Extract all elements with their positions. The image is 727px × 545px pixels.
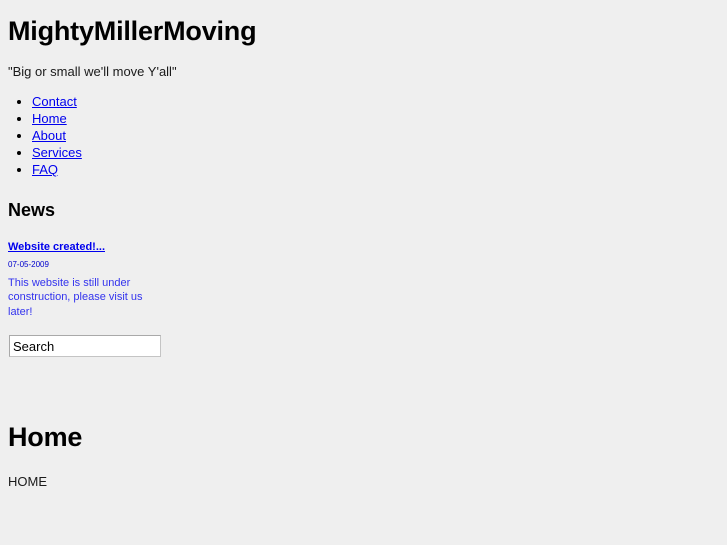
main-navigation: Contact Home About Services FAQ: [0, 93, 727, 178]
news-body-text: This website is still under construction…: [8, 276, 143, 318]
nav-link-faq[interactable]: FAQ: [32, 162, 58, 177]
search-container: [0, 319, 727, 358]
content-body-text: HOME: [8, 474, 47, 490]
news-item: Website created!... 07-05-2009 This webs…: [0, 222, 168, 320]
search-input[interactable]: [9, 335, 161, 358]
nav-link-contact[interactable]: Contact: [32, 94, 77, 109]
nav-item-services: Services: [32, 144, 727, 161]
nav-item-about: About: [32, 127, 727, 144]
nav-item-contact: Contact: [32, 93, 727, 110]
page-root: MightyMillerMoving "Big or small we'll m…: [0, 0, 727, 545]
site-title: MightyMillerMoving: [8, 16, 257, 46]
news-headline-link[interactable]: Website created!...: [8, 241, 105, 253]
nav-link-services[interactable]: Services: [32, 145, 82, 160]
nav-link-about[interactable]: About: [32, 128, 66, 143]
news-heading: News: [8, 200, 56, 221]
site-tagline: "Big or small we'll move Y'all": [8, 63, 177, 79]
nav-item-faq: FAQ: [32, 161, 727, 178]
content-page-title: Home: [8, 422, 83, 453]
nav-item-home: Home: [32, 110, 727, 127]
nav-link-home[interactable]: Home: [32, 111, 67, 126]
news-date: 07-05-2009: [8, 259, 49, 269]
